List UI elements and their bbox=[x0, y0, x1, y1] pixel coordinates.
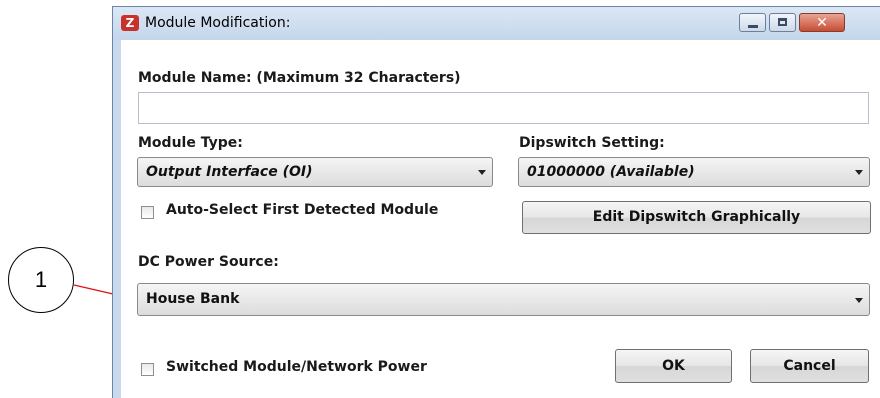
switched-power-checkbox[interactable] bbox=[141, 363, 154, 376]
chevron-down-icon bbox=[478, 170, 486, 175]
auto-select-label: Auto-Select First Detected Module bbox=[166, 202, 439, 218]
dialog-body: Module Name: (Maximum 32 Characters) Mod… bbox=[113, 40, 880, 398]
cancel-button[interactable]: Cancel bbox=[750, 349, 869, 383]
callout-number: 1 bbox=[34, 267, 48, 292]
callout-marker: 1 bbox=[8, 247, 74, 313]
dc-power-value: House Bank bbox=[146, 291, 240, 307]
module-type-dropdown[interactable]: Output Interface (OI) bbox=[137, 157, 493, 187]
maximize-button[interactable] bbox=[769, 13, 796, 32]
chevron-down-icon bbox=[855, 298, 863, 303]
module-type-value: Output Interface (OI) bbox=[146, 164, 313, 180]
minimize-button[interactable] bbox=[739, 13, 766, 32]
dc-power-dropdown[interactable]: House Bank bbox=[137, 283, 870, 316]
chevron-down-icon bbox=[855, 170, 863, 175]
dipswitch-label: Dipswitch Setting: bbox=[519, 135, 665, 151]
minimize-icon bbox=[748, 25, 758, 28]
module-name-label: Module Name: (Maximum 32 Characters) bbox=[138, 70, 461, 86]
window-title: Module Modification: bbox=[145, 15, 291, 31]
module-name-input[interactable] bbox=[138, 92, 869, 124]
maximize-icon bbox=[778, 18, 787, 26]
dipswitch-value: 01000000 (Available) bbox=[527, 164, 695, 180]
app-logo-icon bbox=[121, 15, 139, 31]
auto-select-checkbox[interactable] bbox=[141, 206, 154, 219]
close-icon: ✕ bbox=[816, 15, 828, 31]
dipswitch-dropdown[interactable]: 01000000 (Available) bbox=[518, 157, 870, 187]
close-button[interactable]: ✕ bbox=[799, 13, 845, 32]
edit-dipswitch-button[interactable]: Edit Dipswitch Graphically bbox=[522, 201, 871, 234]
dc-power-label: DC Power Source: bbox=[138, 254, 279, 270]
module-type-label: Module Type: bbox=[138, 135, 243, 151]
ok-button[interactable]: OK bbox=[615, 349, 732, 383]
title-bar[interactable]: Module Modification: ✕ bbox=[113, 7, 880, 40]
switched-power-label: Switched Module/Network Power bbox=[166, 359, 427, 375]
module-modification-window: Module Modification: ✕ Module Name: (Max… bbox=[112, 6, 880, 398]
